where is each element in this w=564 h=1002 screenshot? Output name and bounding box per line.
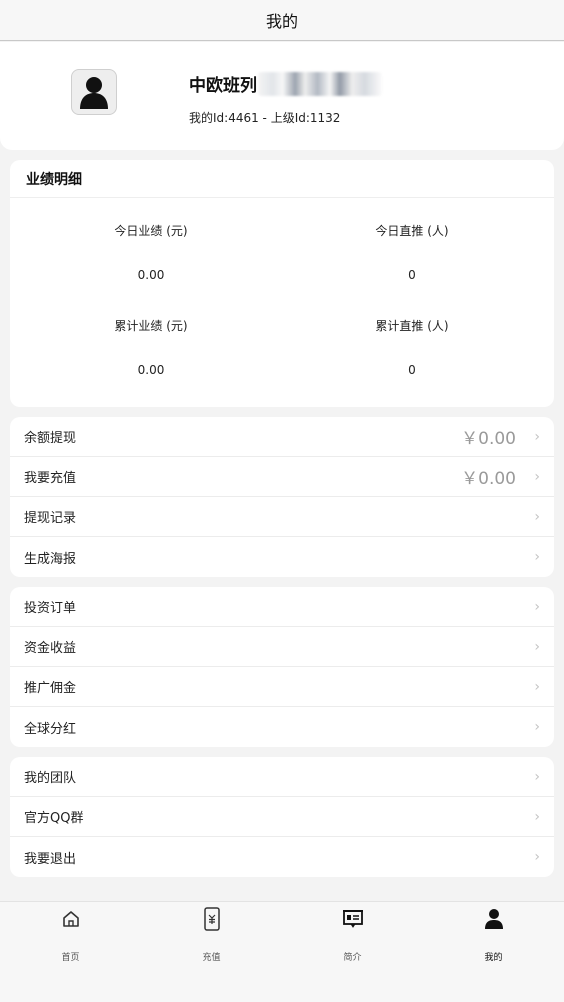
menu-item-team[interactable]: 我的团队 › bbox=[10, 757, 554, 797]
menu-item-orders[interactable]: 投资订单 › bbox=[10, 587, 554, 627]
menu-item-earnings[interactable]: 资金收益 › bbox=[10, 627, 554, 667]
menu-item-label: 我要退出 bbox=[24, 851, 77, 867]
tab-label: 首页 bbox=[61, 953, 80, 963]
menu-item-poster[interactable]: 生成海报 › bbox=[10, 537, 554, 577]
recharge-icon bbox=[203, 907, 220, 931]
chevron-right-icon: › bbox=[534, 768, 540, 785]
menu-item-withdraw[interactable]: 余额提现 ￥0.00 › bbox=[10, 417, 554, 457]
menu-item-label: 我要充值 bbox=[24, 471, 77, 486]
tab-recharge[interactable]: 充值 bbox=[141, 902, 282, 972]
user-avatar-icon bbox=[80, 77, 108, 109]
chevron-right-icon: › bbox=[534, 549, 540, 565]
chevron-right-icon: › bbox=[534, 849, 540, 865]
tab-label: 我的 bbox=[484, 953, 503, 963]
tab-label: 充值 bbox=[202, 953, 221, 963]
top-navbar: 我的 bbox=[0, 0, 564, 41]
user-ids: 我的Id:4461 - 上级Id:1132 bbox=[189, 111, 341, 125]
chevron-right-icon: › bbox=[534, 508, 540, 525]
tab-mine[interactable]: 我的 bbox=[423, 902, 564, 972]
stat-total-performance-label: 累计业绩 (元) bbox=[114, 319, 188, 333]
avatar[interactable] bbox=[71, 69, 117, 115]
menu-item-dividend[interactable]: 全球分红 › bbox=[10, 707, 554, 747]
account-menu: 我的团队 › 官方QQ群 › 我要退出 › bbox=[10, 757, 554, 877]
balance-amount: ￥0.00 bbox=[461, 429, 516, 449]
chevron-right-icon: › bbox=[534, 428, 540, 445]
menu-item-withdraw-records[interactable]: 提现记录 › bbox=[10, 497, 554, 537]
chevron-right-icon: › bbox=[534, 638, 540, 655]
page-title: 我的 bbox=[265, 12, 298, 31]
chevron-right-icon: › bbox=[534, 678, 540, 695]
wallet-menu: 余额提现 ￥0.00 › 我要充值 ￥0.00 › 提现记录 › 生成海报 › bbox=[10, 417, 554, 577]
menu-item-qq-group[interactable]: 官方QQ群 › bbox=[10, 797, 554, 837]
bottom-tabbar: 首页 充值 简介 我的 bbox=[0, 901, 564, 1002]
recharge-amount: ￥0.00 bbox=[461, 469, 516, 489]
menu-item-label: 我的团队 bbox=[24, 771, 77, 786]
menu-item-logout[interactable]: 我要退出 › bbox=[10, 837, 554, 877]
menu-item-recharge[interactable]: 我要充值 ￥0.00 › bbox=[10, 457, 554, 497]
menu-item-label: 资金收益 bbox=[24, 641, 77, 656]
stat-total-referrals-value: 0 bbox=[408, 363, 416, 377]
chevron-right-icon: › bbox=[534, 468, 540, 485]
chevron-right-icon: › bbox=[534, 808, 540, 825]
performance-card: 业绩明细 今日业绩 (元) 0.00 今日直推 (人) 0 累计业绩 (元) 0… bbox=[10, 160, 554, 407]
stat-today-referrals-label: 今日直推 (人) bbox=[375, 224, 449, 238]
menu-item-label: 全球分红 bbox=[24, 721, 77, 737]
user-icon bbox=[484, 909, 503, 929]
menu-item-label: 官方QQ群 bbox=[24, 811, 84, 826]
stat-today-referrals-value: 0 bbox=[408, 268, 416, 282]
intro-icon bbox=[342, 910, 363, 928]
menu-item-commission[interactable]: 推广佣金 › bbox=[10, 667, 554, 707]
performance-title: 业绩明细 bbox=[10, 160, 554, 198]
stat-today-performance-label: 今日业绩 (元) bbox=[114, 224, 188, 238]
investment-menu: 投资订单 › 资金收益 › 推广佣金 › 全球分红 › bbox=[10, 587, 554, 747]
home-icon bbox=[62, 911, 79, 927]
tab-home[interactable]: 首页 bbox=[0, 902, 141, 972]
tab-label: 简介 bbox=[343, 953, 362, 963]
stat-total-performance-value: 0.00 bbox=[137, 363, 165, 377]
profile-card: 中欧班列 我的Id:4461 - 上级Id:1132 bbox=[0, 42, 564, 150]
masked-name bbox=[258, 72, 382, 96]
chevron-right-icon: › bbox=[534, 719, 540, 735]
menu-item-label: 生成海报 bbox=[24, 551, 77, 567]
tab-intro[interactable]: 简介 bbox=[282, 902, 423, 972]
chevron-right-icon: › bbox=[534, 598, 540, 615]
stat-total-referrals-label: 累计直推 (人) bbox=[375, 319, 449, 333]
user-name: 中欧班列 bbox=[189, 76, 257, 96]
menu-item-label: 投资订单 bbox=[24, 601, 77, 616]
menu-item-label: 提现记录 bbox=[24, 511, 77, 526]
menu-item-label: 余额提现 bbox=[24, 431, 77, 446]
menu-item-label: 推广佣金 bbox=[24, 681, 77, 696]
stat-today-performance-value: 0.00 bbox=[137, 268, 165, 282]
